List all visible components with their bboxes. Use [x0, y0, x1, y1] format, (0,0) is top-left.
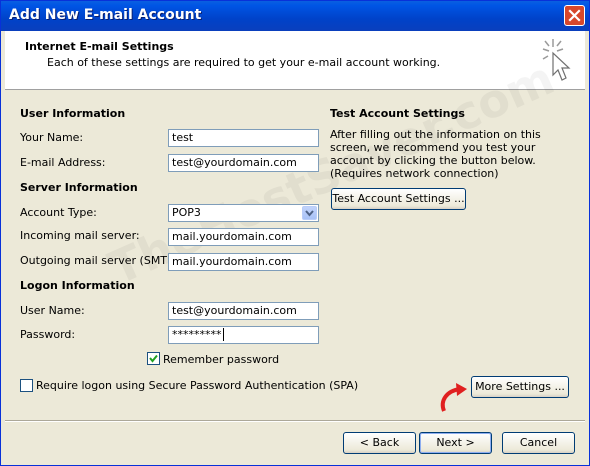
incoming-server-label: Incoming mail server: — [20, 229, 140, 242]
logon-info-heading: Logon Information — [20, 279, 135, 292]
add-account-dialog: Add New E-mail Account Internet E-mail S… — [0, 0, 590, 466]
spa-checkbox[interactable] — [20, 379, 33, 392]
email-address-label: E-mail Address: — [20, 156, 106, 169]
user-name-label: User Name: — [20, 304, 85, 317]
footer-divider — [5, 420, 585, 422]
cancel-button[interactable]: Cancel — [502, 432, 575, 454]
outgoing-server-field[interactable]: mail.yourdomain.com — [168, 253, 319, 271]
back-button[interactable]: < Back — [343, 432, 416, 454]
title-bar[interactable]: Add New E-mail Account — [1, 1, 589, 31]
checkmark-icon — [149, 354, 158, 363]
test-account-description: After filling out the information on thi… — [330, 128, 541, 180]
user-name-field[interactable]: test@yourdomain.com — [168, 302, 319, 320]
user-info-heading: User Information — [20, 107, 126, 120]
password-label: Password: — [20, 328, 76, 341]
dropdown-arrow[interactable] — [302, 206, 317, 220]
test-account-settings-button[interactable]: Test Account Settings ... — [331, 188, 466, 210]
account-type-value: POP3 — [172, 206, 201, 219]
header-title: Internet E-mail Settings — [25, 40, 174, 53]
password-value: ********* — [172, 328, 222, 341]
spa-label[interactable]: Require logon using Secure Password Auth… — [36, 379, 358, 392]
your-name-label: Your Name: — [20, 131, 84, 144]
remember-password-label[interactable]: Remember password — [163, 353, 279, 366]
password-field[interactable]: ********* — [168, 326, 319, 344]
server-info-heading: Server Information — [20, 181, 138, 194]
test-account-heading: Test Account Settings — [330, 107, 465, 120]
your-name-field[interactable]: test — [168, 129, 319, 147]
email-address-field[interactable]: test@yourdomain.com — [168, 154, 319, 172]
account-type-label: Account Type: — [20, 206, 97, 219]
next-button[interactable]: Next > — [419, 432, 492, 454]
chevron-down-icon — [305, 210, 314, 217]
outgoing-server-label: Outgoing mail server (SMTP): — [20, 254, 182, 267]
close-icon — [568, 9, 581, 22]
text-cursor — [222, 328, 224, 341]
close-button[interactable] — [564, 5, 585, 26]
more-settings-button[interactable]: More Settings ... — [471, 376, 569, 398]
account-type-select[interactable]: POP3 — [168, 204, 319, 222]
arrow-annotation-icon — [440, 383, 467, 412]
header-subtitle: Each of these settings are required to g… — [47, 56, 441, 69]
window-title: Add New E-mail Account — [9, 7, 202, 23]
remember-password-checkbox[interactable] — [147, 352, 160, 365]
incoming-server-field[interactable]: mail.yourdomain.com — [168, 228, 319, 246]
